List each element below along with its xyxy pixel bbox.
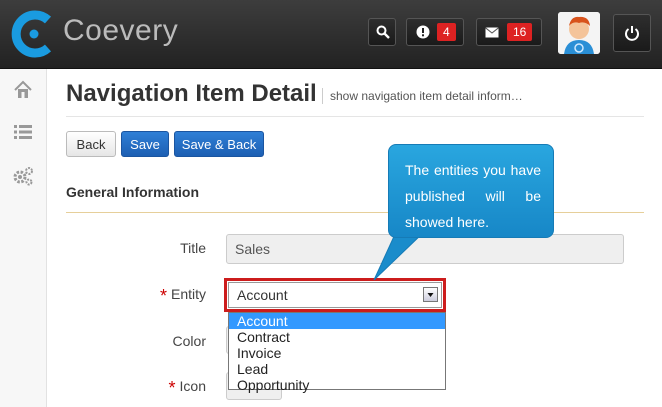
page-title: Navigation Item Detail xyxy=(66,80,317,107)
dropdown-option[interactable]: Invoice xyxy=(229,345,445,361)
messages-button[interactable]: 16 xyxy=(476,18,542,46)
sidebar xyxy=(0,69,47,407)
list-icon[interactable] xyxy=(12,121,34,143)
gears-icon[interactable] xyxy=(12,165,34,187)
search-button[interactable] xyxy=(368,18,396,46)
alerts-button[interactable]: 4 xyxy=(406,18,464,46)
brand-name: Coevery xyxy=(63,14,179,47)
dropdown-option[interactable]: Lead xyxy=(229,361,445,377)
dropdown-option[interactable]: Opportunity xyxy=(229,377,445,393)
page-subtitle: show navigation item detail inform… xyxy=(330,89,523,103)
save-button[interactable]: Save xyxy=(121,131,169,157)
back-button[interactable]: Back xyxy=(66,131,116,157)
messages-count-badge: 16 xyxy=(507,23,533,41)
entity-dropdown-list: Account Contract Invoice Lead Opportunit… xyxy=(228,312,446,393)
power-icon xyxy=(625,26,639,41)
user-avatar[interactable] xyxy=(558,12,600,54)
icon-label-text: Icon xyxy=(179,378,206,394)
save-and-back-button[interactable]: Save & Back xyxy=(174,131,264,157)
dropdown-option[interactable]: Account xyxy=(229,313,445,329)
alerts-count-badge: 4 xyxy=(437,23,456,41)
title-label-text: Title xyxy=(180,240,206,256)
dropdown-option[interactable]: Contract xyxy=(229,329,445,345)
coevery-logo[interactable] xyxy=(10,10,58,58)
color-label: Color xyxy=(66,333,206,349)
title-input-value: Sales xyxy=(235,241,271,257)
entity-label-text: Entity xyxy=(170,286,206,302)
callout-text: The entities you have published will be … xyxy=(405,162,541,230)
entity-label: * Entity xyxy=(66,286,206,307)
header-divider xyxy=(66,116,644,117)
required-marker: * xyxy=(159,286,167,306)
envelope-icon xyxy=(485,27,499,38)
highlight-box xyxy=(224,278,446,312)
search-icon xyxy=(376,25,390,39)
section-divider xyxy=(66,212,644,213)
color-label-text: Color xyxy=(172,333,206,349)
callout-bubble: The entities you have published will be … xyxy=(388,144,554,238)
home-icon[interactable] xyxy=(12,79,34,101)
required-marker: * xyxy=(168,378,176,398)
section-title: General Information xyxy=(66,184,200,200)
icon-label: * Icon xyxy=(66,378,206,399)
title-divider xyxy=(322,88,323,104)
top-bar: Coevery 4 16 xyxy=(0,0,662,69)
exclamation-icon xyxy=(416,25,430,39)
title-label: Title xyxy=(66,240,206,256)
user-avatar-icon xyxy=(558,12,600,54)
logout-button[interactable] xyxy=(613,14,651,52)
